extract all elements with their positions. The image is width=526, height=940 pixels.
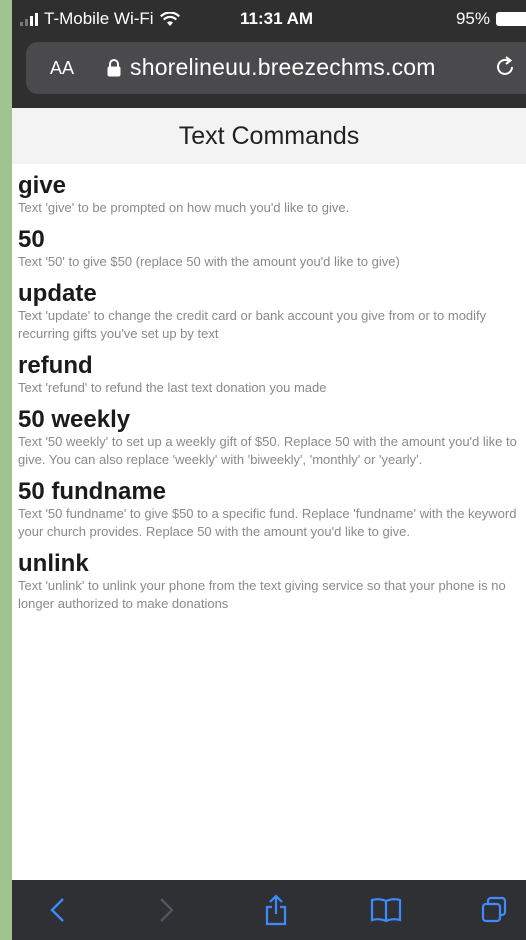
command-description: Text '50 fundname' to give $50 to a spec…	[18, 506, 517, 539]
command-keyword: give	[18, 172, 67, 199]
battery-percent: 95%	[455, 9, 490, 28]
command-keyword: update	[18, 280, 97, 307]
command-keyword: 50	[18, 226, 45, 253]
carrier-name: T-Mobile Wi-Fi	[44, 9, 154, 28]
address-bar[interactable]: AA shorelineuu.breezechms.com	[26, 42, 526, 94]
reload-icon[interactable]	[492, 54, 518, 80]
share-icon[interactable]	[256, 894, 296, 926]
command-keyword: unlink	[18, 550, 89, 577]
tabs-icon[interactable]	[474, 894, 514, 926]
command-description: Text 'update' to change the credit card …	[18, 308, 487, 341]
command-item-weekly: 50 weekly Text '50 weekly' to set up a w…	[18, 406, 522, 469]
command-keyword: 50 fundname	[18, 478, 167, 505]
command-keyword: refund	[18, 352, 93, 379]
lock-icon	[107, 59, 121, 77]
command-item-update: update Text 'update' to change the credi…	[18, 280, 522, 343]
page-title: Text Commands	[178, 122, 360, 150]
command-item-fundname: 50 fundname Text '50 fundname' to give $…	[18, 478, 522, 541]
command-description: Text 'unlink' to unlink your phone from …	[18, 578, 506, 611]
command-description: Text 'give' to be prompted on how much y…	[18, 200, 350, 215]
command-item-give: give Text 'give' to be prompted on how m…	[18, 172, 522, 217]
command-item-unlink: unlink Text 'unlink' to unlink your phon…	[18, 550, 522, 613]
command-list: give Text 'give' to be prompted on how m…	[18, 172, 522, 622]
battery-group: 95%	[456, 9, 526, 29]
command-keyword: 50 weekly	[18, 406, 131, 433]
command-item-refund: refund Text 'refund' to refund the last …	[18, 352, 522, 397]
command-description: Text 'refund' to refund the last text do…	[18, 380, 327, 395]
back-icon[interactable]	[38, 894, 78, 926]
bookmarks-icon[interactable]	[366, 894, 406, 926]
browser-toolbar	[12, 880, 526, 940]
signal-icon	[20, 12, 38, 26]
status-bar: T-Mobile Wi-Fi 11:31 AM 95%	[12, 0, 526, 40]
command-description: Text '50' to give $50 (replace 50 with t…	[18, 254, 400, 269]
url-text[interactable]: shorelineuu.breezechms.com	[130, 54, 436, 81]
page-header: Text Commands	[12, 108, 526, 164]
text-size-button[interactable]: AA	[50, 58, 74, 79]
wifi-icon	[159, 11, 180, 26]
command-description: Text '50 weekly' to set up a weekly gift…	[18, 434, 517, 467]
browser-top-chrome: T-Mobile Wi-Fi 11:31 AM 95% AA shoreline…	[12, 0, 526, 108]
status-time: 11:31 AM	[240, 9, 314, 28]
forward-icon[interactable]	[146, 894, 186, 926]
battery-icon	[496, 12, 526, 26]
phone-screen: T-Mobile Wi-Fi 11:31 AM 95% AA shoreline…	[12, 0, 526, 940]
carrier-group: T-Mobile Wi-Fi	[20, 9, 180, 29]
command-item-amount: 50 Text '50' to give $50 (replace 50 wit…	[18, 226, 522, 271]
